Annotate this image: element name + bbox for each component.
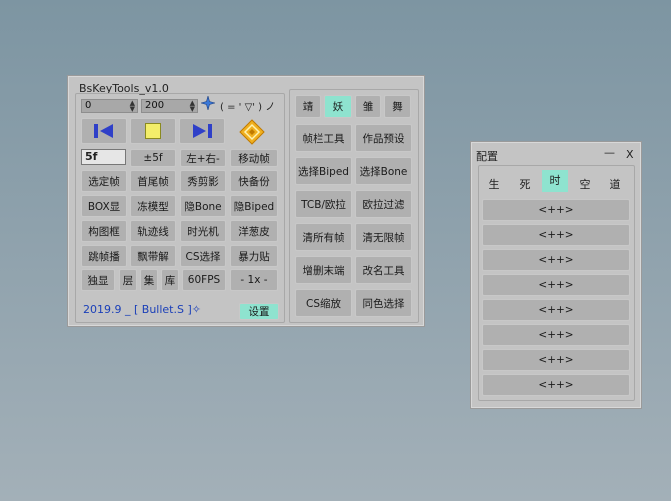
tab-wu[interactable]: 舞 (384, 95, 411, 118)
settings-button[interactable]: 设置 (239, 303, 279, 320)
solo-display-button[interactable]: 独显 (81, 269, 115, 291)
config-panel: 配置 — X 生 死 时 空 道 <++> <++> <++> <++> <++… (471, 142, 641, 408)
hide-bone-button[interactable]: 隐Bone (180, 195, 226, 217)
ribbon-solve-button[interactable]: 飘带解 (130, 245, 176, 267)
tab-dao[interactable]: 道 (607, 176, 623, 192)
select-bone-button[interactable]: 选择Bone (355, 157, 412, 185)
config-slot-3[interactable]: <++> (482, 249, 630, 271)
config-slot-4[interactable]: <++> (482, 274, 630, 296)
tab-yao[interactable]: 妖 (324, 95, 352, 118)
tab-si[interactable]: 死 (517, 176, 533, 192)
next-key-button[interactable] (179, 118, 225, 144)
work-preset-button[interactable]: 作品预设 (355, 124, 412, 152)
time-machine-button[interactable]: 时光机 (180, 220, 226, 242)
tab-shi[interactable]: 时 (542, 170, 568, 192)
config-title: 配置 (476, 150, 498, 163)
minimize-button[interactable]: — (604, 146, 615, 159)
end-frame-spinner[interactable]: 200 ▲ ▼ (141, 99, 198, 113)
start-frame-spinner[interactable]: 0 ▲ ▼ (81, 99, 138, 113)
tab-jing[interactable]: 靖 (295, 95, 321, 118)
logo-icon[interactable] (239, 119, 265, 145)
fps-button[interactable]: 60FPS (182, 269, 226, 291)
stop-button[interactable] (130, 118, 176, 144)
prev-key-button[interactable] (81, 118, 127, 144)
same-color-select-button[interactable]: 同色选择 (355, 289, 412, 317)
cs-scale-button[interactable]: CS缩放 (295, 289, 352, 317)
frame-step-field[interactable]: 5f (81, 149, 126, 165)
kaomoji-label: ( = ' ▽' ) ノ (220, 102, 276, 113)
select-frames-button[interactable]: 选定帧 (81, 170, 127, 192)
layer-button[interactable]: 层 (119, 269, 137, 291)
freeze-model-button[interactable]: 冻模型 (130, 195, 176, 217)
bskeytools-panel: BsKeyTools_v1.0 0 ▲ ▼ 200 ▲ ▼ ( = ' ▽' ) ノ 5… (68, 76, 424, 326)
select-biped-button[interactable]: 选择Biped (295, 157, 352, 185)
sparkle-icon[interactable] (199, 94, 217, 112)
left-right-button[interactable]: 左+右- (180, 149, 226, 167)
close-button[interactable]: X (626, 148, 634, 161)
stop-icon (145, 123, 161, 139)
force-stick-button[interactable]: 暴力贴 (230, 245, 278, 267)
cs-select-button[interactable]: CS选择 (180, 245, 226, 267)
version-link[interactable]: 2019.9 _ [ Bullet.S ]✧ (83, 303, 201, 316)
trajectory-button[interactable]: 轨迹线 (130, 220, 176, 242)
first-last-frame-button[interactable]: 首尾帧 (130, 170, 176, 192)
euler-filter-button[interactable]: 欧拉过滤 (355, 190, 412, 218)
config-slot-1[interactable]: <++> (482, 199, 630, 221)
plus-minus-5f-button[interactable]: ±5f (130, 149, 176, 167)
config-slot-7[interactable]: <++> (482, 349, 630, 371)
speed-button[interactable]: - 1x - (230, 269, 278, 291)
config-slot-5[interactable]: <++> (482, 299, 630, 321)
hide-biped-button[interactable]: 隐Biped (230, 195, 278, 217)
prev-icon (94, 124, 113, 138)
frame-bar-tool-button[interactable]: 帧栏工具 (295, 124, 352, 152)
next-icon (193, 124, 212, 138)
library-button[interactable]: 库 (161, 269, 179, 291)
rename-tool-button[interactable]: 改名工具 (355, 256, 412, 284)
add-remove-end-button[interactable]: 增删末端 (295, 256, 352, 284)
config-slot-8[interactable]: <++> (482, 374, 630, 396)
skip-frame-play-button[interactable]: 跳帧播 (81, 245, 127, 267)
move-frame-button[interactable]: 移动帧 (230, 149, 278, 167)
set-button[interactable]: 集 (140, 269, 158, 291)
tab-kong[interactable]: 空 (577, 176, 593, 192)
silhouette-button[interactable]: 秀剪影 (180, 170, 226, 192)
onion-skin-button[interactable]: 洋葱皮 (230, 220, 278, 242)
box-display-button[interactable]: BOX显 (81, 195, 127, 217)
clear-infinite-frames-button[interactable]: 清无限帧 (355, 223, 412, 251)
clear-all-frames-button[interactable]: 清所有帧 (295, 223, 352, 251)
config-slot-2[interactable]: <++> (482, 224, 630, 246)
tcb-euler-button[interactable]: TCB/欧拉 (295, 190, 352, 218)
quick-backup-button[interactable]: 快备份 (230, 170, 278, 192)
tab-chu[interactable]: 雏 (355, 95, 381, 118)
tab-sheng[interactable]: 生 (486, 176, 502, 192)
composition-frame-button[interactable]: 构图框 (81, 220, 127, 242)
config-slot-6[interactable]: <++> (482, 324, 630, 346)
